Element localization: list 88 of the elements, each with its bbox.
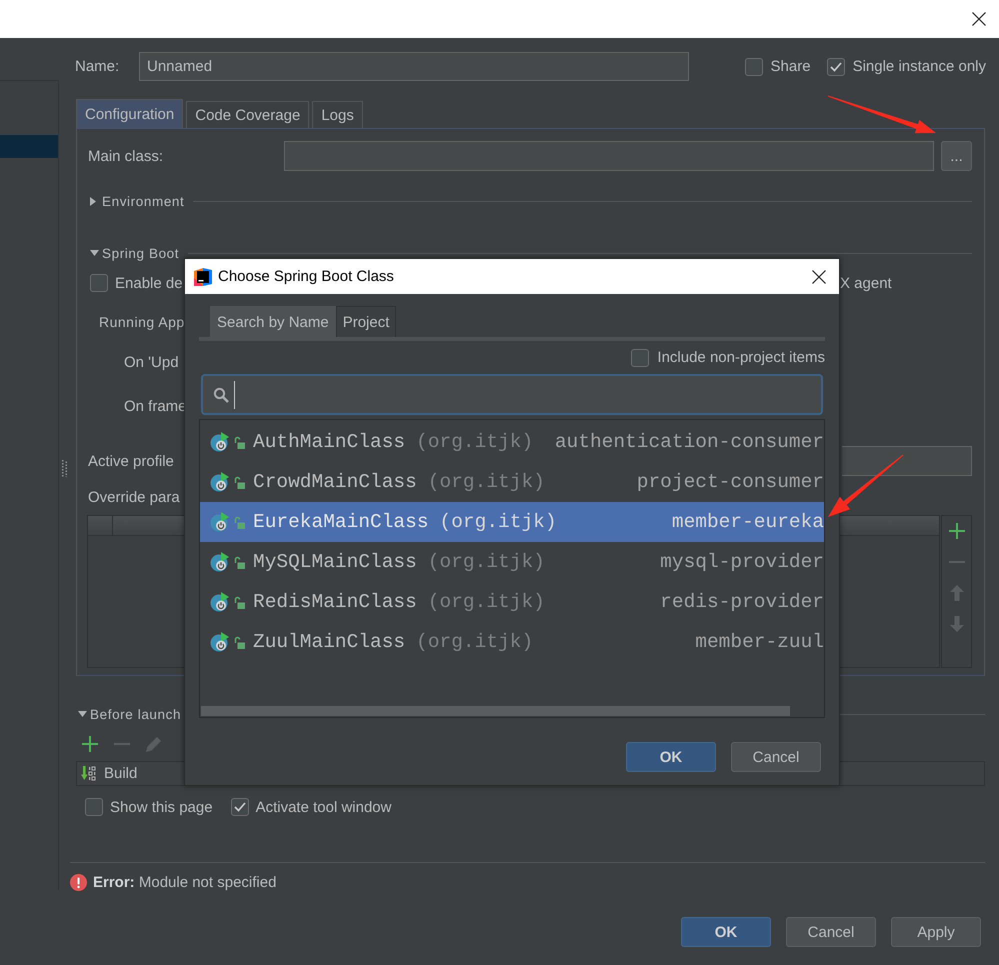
main-class-label: Main class: <box>87 148 164 164</box>
class-name: ZuulMainClass <box>253 631 406 653</box>
tab[interactable]: Search by Name <box>210 306 336 337</box>
checkbox[interactable] <box>85 798 103 816</box>
class-name: CrowdMainClass <box>253 471 417 493</box>
checkbox[interactable] <box>230 798 249 816</box>
checkbox-label: Include non-project items <box>657 349 825 366</box>
search-icon <box>213 386 229 402</box>
class-icon <box>210 632 230 652</box>
package-name: (org.itjk) <box>428 471 545 493</box>
package-name: (org.itjk) <box>440 511 557 533</box>
plus-icon[interactable] <box>948 523 964 539</box>
search-field[interactable] <box>201 374 823 415</box>
dialog-button[interactable]: Cancel <box>786 917 876 947</box>
name-label: Name: <box>75 58 120 75</box>
package-name: (org.itjk) <box>428 591 545 613</box>
horizontal-scrollbar[interactable] <box>201 706 790 716</box>
checkbox[interactable] <box>631 348 650 366</box>
class-name: MySQLMainClass <box>253 551 417 573</box>
class-list-item[interactable]: AuthMainClass (org.itjk) authentication-consumer <box>200 422 824 462</box>
option-label: On 'Upd <box>124 354 179 370</box>
module-name: member-eureka <box>672 511 824 533</box>
override-label: Override para <box>88 488 180 506</box>
module-name: project-consumer <box>636 471 824 493</box>
package-name: (org.itjk) <box>416 431 534 453</box>
dialog-button[interactable]: OK <box>626 742 716 772</box>
section-title[interactable]: Spring Boot <box>102 246 180 260</box>
module-name: member-zuul <box>695 631 824 653</box>
lock-icon <box>234 516 245 528</box>
module-name: redis-provider <box>660 591 824 613</box>
close-icon[interactable] <box>972 12 986 26</box>
class-list-item[interactable]: EurekaMainClass (org.itjk) member-eureka <box>200 502 824 542</box>
lock-icon <box>234 476 245 488</box>
tab[interactable]: Configuration <box>76 99 184 128</box>
checkbox-label: Enable de <box>115 274 183 292</box>
package-name: (org.itjk) <box>416 631 534 653</box>
task-label[interactable]: Build <box>104 765 138 782</box>
checkbox[interactable] <box>826 58 845 76</box>
class-list-item[interactable]: ZuulMainClass (org.itjk) member-zuul <box>200 622 824 662</box>
lock-icon <box>234 636 245 648</box>
dialog-button[interactable]: Apply <box>891 917 981 947</box>
plus-icon[interactable] <box>82 736 98 752</box>
module-name: authentication-consumer <box>554 431 824 453</box>
tab[interactable]: Logs <box>312 101 363 128</box>
section-title[interactable]: Before launch <box>90 706 182 722</box>
dialog-title: Choose Spring Boot Class <box>218 268 394 285</box>
checkbox[interactable] <box>744 58 763 76</box>
checkbox-label: X agent <box>840 274 892 292</box>
dialog-button[interactable]: Cancel <box>731 742 821 772</box>
class-name: EurekaMainClass <box>253 511 429 533</box>
splitter-grip-icon[interactable] <box>62 460 67 477</box>
class-name: RedisMainClass <box>253 591 417 613</box>
active-profile-label: Active profile <box>88 452 174 470</box>
triangle-down-icon[interactable] <box>90 250 99 256</box>
error-message: Error: Module not specified <box>93 874 276 890</box>
tab[interactable]: Project <box>336 306 396 337</box>
error-icon <box>70 874 87 890</box>
class-icon <box>210 432 230 452</box>
section-title[interactable]: Environment <box>102 194 184 208</box>
browse-button[interactable]: ... <box>941 141 972 171</box>
main-class-field[interactable] <box>284 141 934 171</box>
package-name: (org.itjk) <box>428 551 545 573</box>
class-list-item[interactable]: RedisMainClass (org.itjk) redis-provider <box>200 582 824 622</box>
app-logo-icon <box>194 268 212 286</box>
lock-icon <box>234 596 245 608</box>
close-icon[interactable] <box>812 270 826 284</box>
active-profile-field[interactable] <box>842 446 972 476</box>
group-label: Running App <box>99 314 185 330</box>
checkbox-label: Single instance only <box>852 58 986 75</box>
class-list-item[interactable]: MySQLMainClass (org.itjk) mysql-provider <box>200 542 824 582</box>
lock-icon <box>234 436 245 448</box>
checkbox[interactable] <box>90 274 108 292</box>
checkbox-label: Show this page <box>110 798 213 816</box>
name-field[interactable]: Unnamed <box>139 52 689 81</box>
triangle-right-icon[interactable] <box>90 196 96 206</box>
class-icon <box>210 552 230 572</box>
class-icon <box>210 512 230 532</box>
module-name: mysql-provider <box>660 551 824 573</box>
class-list-item[interactable]: CrowdMainClass (org.itjk) project-consumer <box>200 462 824 502</box>
class-icon <box>210 592 230 612</box>
checkbox-label: Activate tool window <box>256 798 392 816</box>
tab[interactable]: Code Coverage <box>186 101 310 128</box>
triangle-down-icon[interactable] <box>78 711 87 717</box>
class-icon <box>210 472 230 492</box>
lock-icon <box>234 556 245 568</box>
class-name: AuthMainClass <box>253 431 406 453</box>
checkbox-label: Share <box>770 58 811 75</box>
dialog-button[interactable]: OK <box>681 917 771 947</box>
